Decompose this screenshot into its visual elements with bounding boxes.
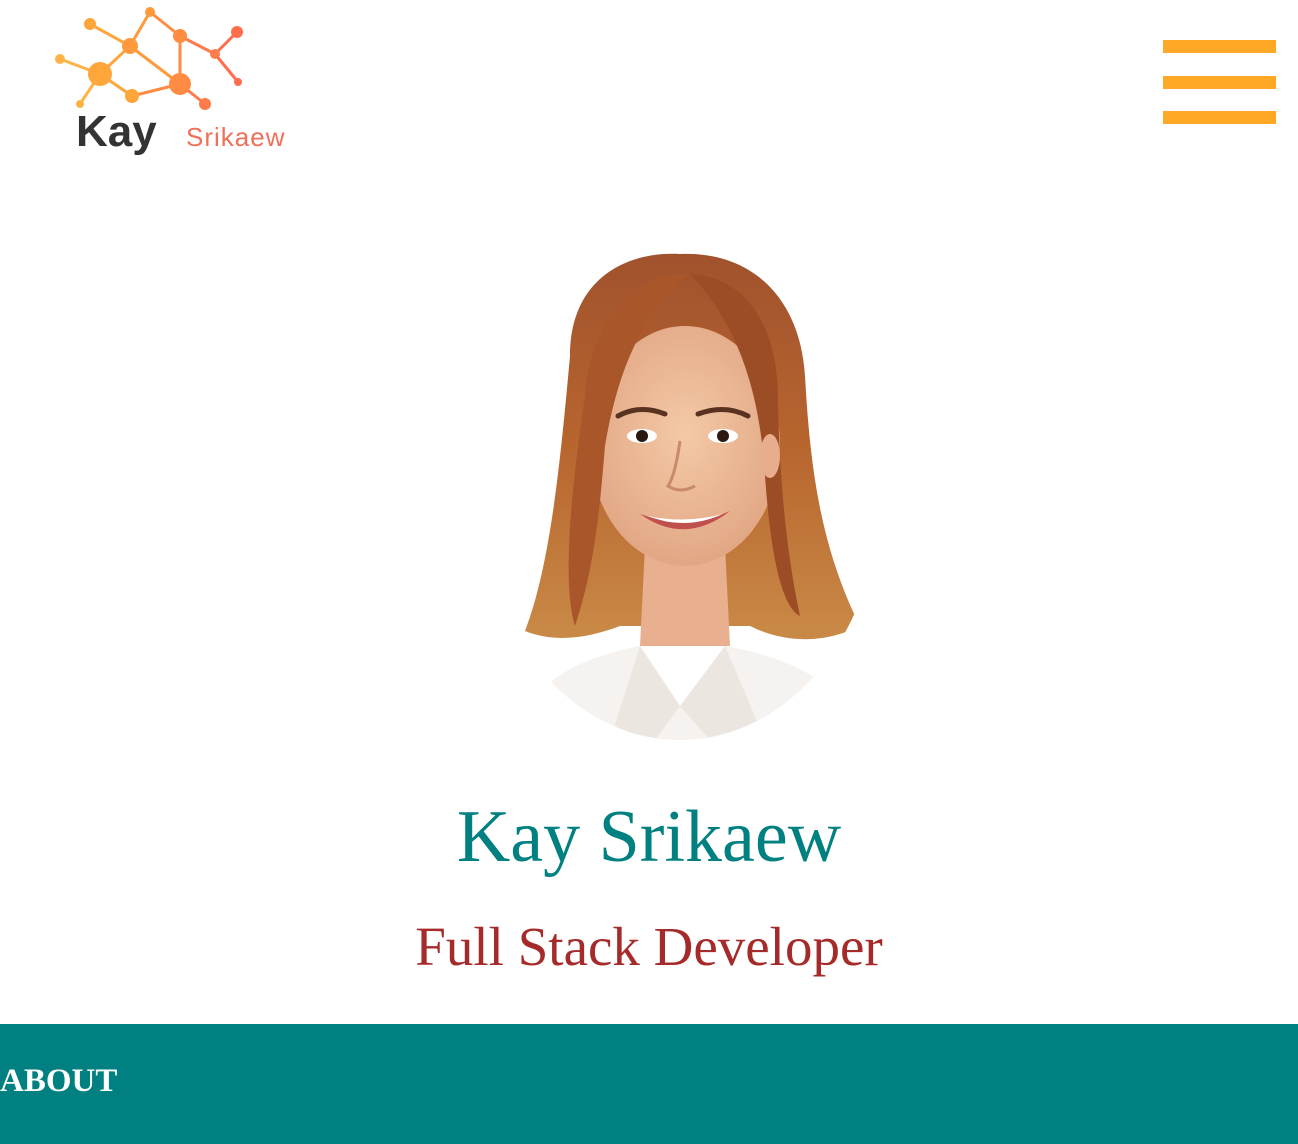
logo-last-name: Srikaew — [186, 122, 285, 152]
hero-name: Kay Srikaew — [456, 796, 842, 878]
menu-bar-middle — [1163, 76, 1276, 89]
menu-bar-bottom — [1163, 111, 1276, 124]
site-logo[interactable]: Kay Srikaew — [50, 4, 320, 164]
logo-first-name: Kay — [76, 107, 157, 156]
hamburger-menu-icon[interactable] — [1163, 40, 1276, 124]
page: Kay Srikaew Kay Srikaew Full Stack Devel… — [0, 0, 1298, 1144]
hero-role: Full Stack Developer — [415, 916, 883, 977]
molecule-network-icon: Kay Srikaew — [55, 7, 285, 156]
about-heading: ABOUT — [0, 1063, 118, 1099]
profile-photo — [480, 246, 880, 740]
menu-bar-top — [1163, 40, 1276, 53]
about-section — [0, 1024, 1298, 1144]
